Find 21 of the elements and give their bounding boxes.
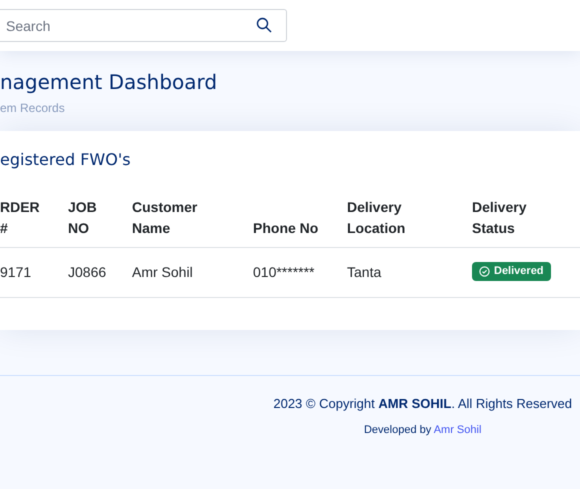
credit-text: Developed by Amr Sohil	[364, 422, 482, 438]
column-header: JOB NO	[68, 198, 98, 238]
breadcrumb: em Records	[0, 100, 66, 117]
column-header: RDER #	[0, 198, 41, 238]
column-header: Delivery Status	[472, 198, 528, 238]
table-cell: Tanta	[347, 264, 382, 280]
table-cell: J0866	[68, 264, 106, 280]
table-cell: Amr Sohil	[132, 264, 193, 280]
column-header: Customer Name	[132, 198, 198, 238]
table-cell: 010*******	[253, 264, 314, 280]
column-header: Delivery Location	[347, 198, 406, 238]
search-field[interactable]: Search	[0, 9, 287, 42]
column-header: Phone No	[253, 219, 320, 238]
developer-link[interactable]: Amr Sohil	[434, 424, 482, 436]
table-cell: 9171	[0, 264, 32, 280]
copyright-text: 2023 © Copyright AMR SOHIL. All Rights Reserved	[273, 395, 572, 413]
card-title: egistered FWO's	[0, 149, 132, 171]
search-icon[interactable]	[256, 17, 272, 33]
page-title: nagement Dashboard	[0, 69, 218, 95]
status-badge: Delivered	[472, 262, 551, 280]
check-circle-icon	[479, 266, 490, 276]
